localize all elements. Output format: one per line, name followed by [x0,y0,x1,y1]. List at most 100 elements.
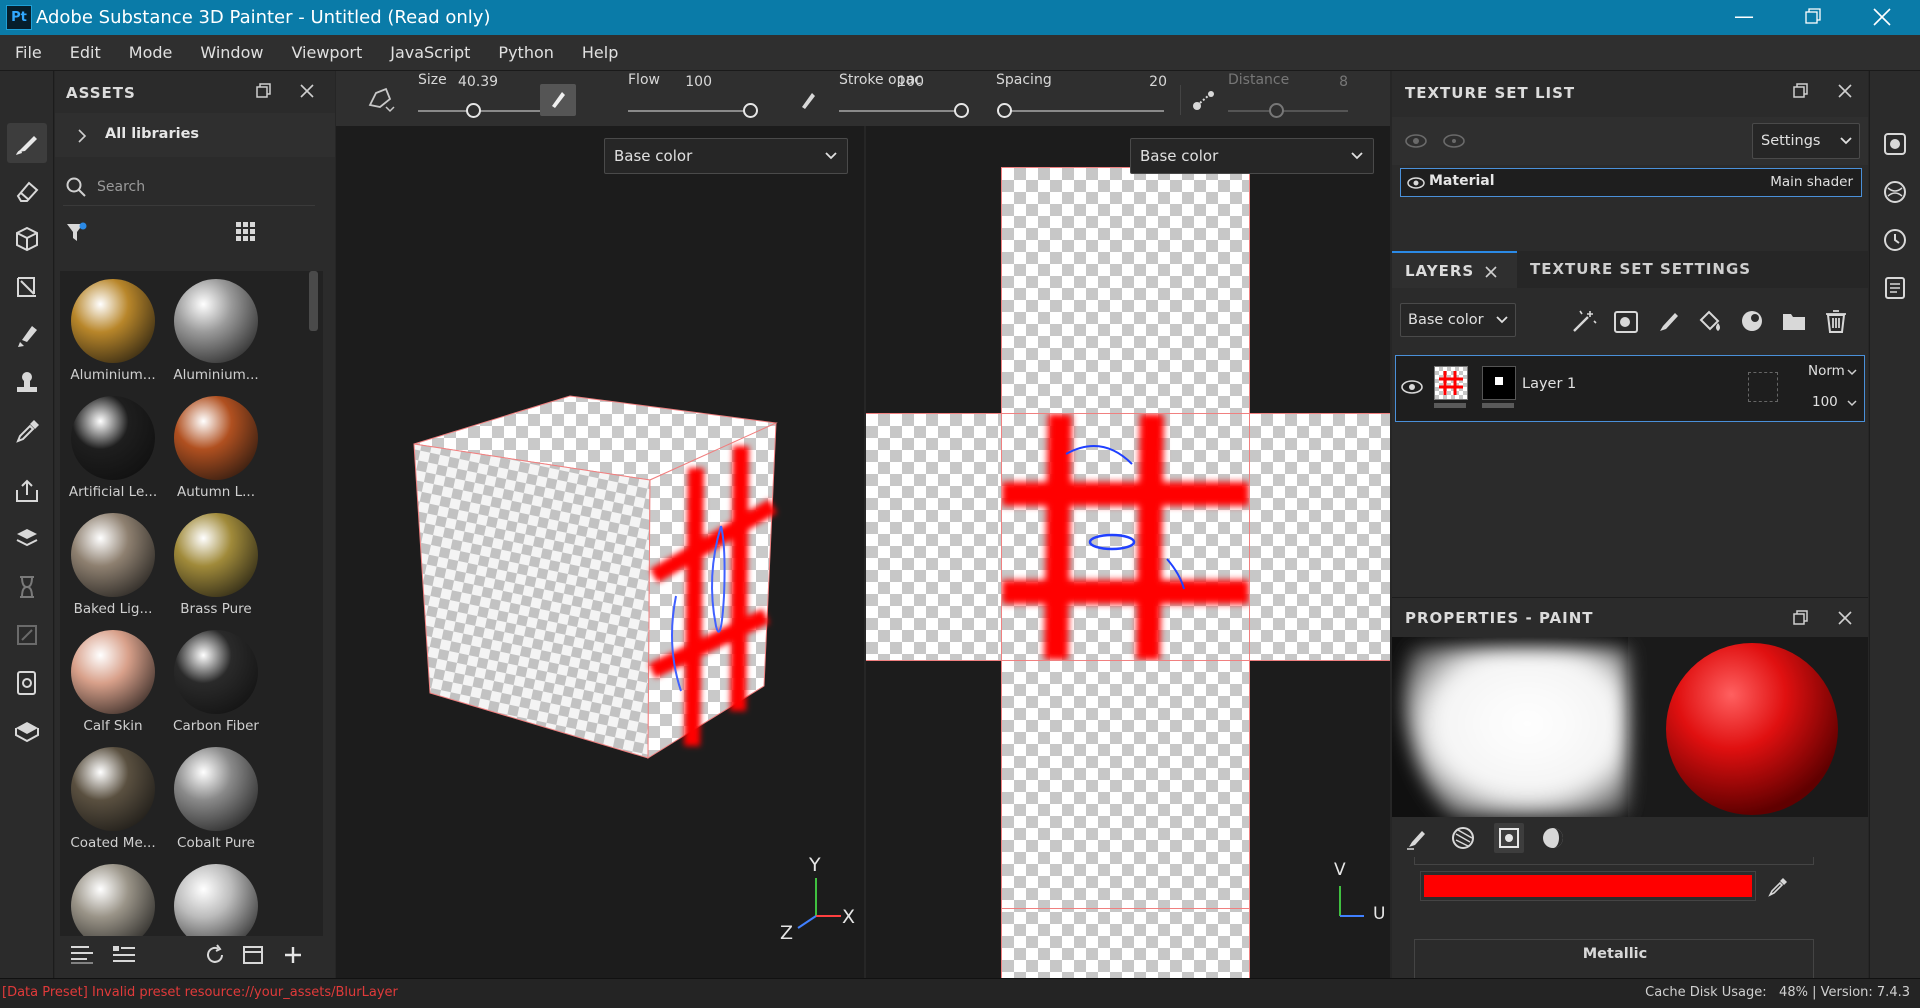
menu-mode[interactable]: Mode [115,35,187,70]
bake-mesh-maps-icon[interactable] [7,519,47,559]
menu-viewport[interactable]: Viewport [277,35,376,70]
environment-icon[interactable] [1882,179,1908,205]
size-slider-knob[interactable] [465,103,481,118]
grid-view-icon[interactable] [235,221,257,243]
add-icon[interactable] [281,943,305,967]
flow-slider-track[interactable] [628,110,750,112]
alpha-icon[interactable] [1450,825,1476,851]
asset-thumbnail[interactable]: Baked Lig... [68,513,158,617]
stroke-opacity-slider-track[interactable] [839,110,961,112]
asset-thumbnail[interactable] [171,864,261,936]
spacing-slider-knob[interactable] [997,103,1012,118]
menu-help[interactable]: Help [568,35,632,70]
list-view-icon[interactable] [69,943,95,965]
layer-row-layer-1[interactable]: Layer 1 Norm 100 [1395,355,1865,422]
minimize-icon[interactable]: — [1714,0,1774,35]
shader-name[interactable]: Main shader [1770,174,1853,190]
library-selector[interactable]: All libraries [55,113,335,157]
status-message[interactable]: [Data Preset] Invalid preset resource://… [2,985,398,1000]
menu-python[interactable]: Python [484,35,567,70]
menu-window[interactable]: Window [186,35,277,70]
add-mask-icon[interactable] [1612,307,1640,335]
layer-name[interactable]: Layer 1 [1522,376,1576,392]
restore-icon[interactable] [1782,0,1842,35]
asset-grid-scrollbar[interactable] [309,271,318,331]
asset-thumbnail[interactable]: Carbon Fiber [171,630,261,734]
close-tab-icon[interactable] [1484,265,1498,279]
add-smart-material-icon[interactable] [1738,307,1766,335]
log-icon[interactable] [1882,275,1908,301]
float-panel-icon[interactable] [1792,83,1808,99]
hourglass-icon[interactable] [7,567,47,607]
texture-set-settings-dropdown[interactable]: Settings [1752,123,1860,159]
layer-opacity[interactable]: 100 [1812,394,1838,410]
asset-thumbnail[interactable]: Aluminium... [171,279,261,383]
asset-thumbnail[interactable]: Calf Skin [68,630,158,734]
layer-blend-mode[interactable]: Norm [1808,363,1845,379]
flow-value[interactable]: 100 [672,74,712,90]
flow-slider-knob[interactable] [743,103,758,118]
size-value[interactable]: 40.39 [458,74,498,90]
distance-value[interactable]: 8 [1328,74,1348,90]
menu-javascript[interactable]: JavaScript [376,35,484,70]
search-input[interactable]: Search [97,179,145,195]
paint-brush-tool-icon[interactable] [7,123,47,163]
brush-preset-icon[interactable] [366,85,396,113]
display-settings-icon[interactable] [7,711,47,751]
viewport-2d-channel-dropdown[interactable]: Base color [1130,138,1374,174]
eraser-tool-icon[interactable] [7,171,47,211]
spacing-value[interactable]: 20 [1142,74,1167,90]
lazy-mouse-icon[interactable] [1190,87,1218,113]
polygon-fill-tool-icon[interactable] [7,267,47,307]
smudge-tool-icon[interactable] [7,315,47,355]
asset-thumbnail[interactable]: Coated Me... [68,747,158,851]
refresh-icon[interactable] [203,943,227,967]
asset-thumbnail[interactable]: Autumn L... [171,396,261,500]
clone-stamp-tool-icon[interactable] [7,363,47,403]
menu-file[interactable]: File [1,35,56,70]
texture-set-row-material[interactable]: Material Main shader [1400,168,1862,197]
solo-visibility-icon[interactable] [1442,131,1466,151]
add-fill-layer-icon[interactable] [1696,307,1724,335]
history-icon[interactable] [1882,227,1908,253]
assets-search[interactable]: Search [63,172,315,206]
filter-icon[interactable] [65,221,89,245]
search-document-icon[interactable] [7,663,47,703]
tab-layers[interactable]: LAYERS [1392,251,1517,288]
menu-edit[interactable]: Edit [56,35,115,70]
viewport-3d[interactable]: Base color Y X Z [336,126,864,978]
stroke-opacity-value[interactable]: 100 [884,74,924,90]
spacing-slider-track[interactable] [1004,110,1164,112]
projection-tool-icon[interactable] [7,219,47,259]
delete-layer-icon[interactable] [1822,307,1850,335]
close-panel-icon[interactable] [299,83,315,99]
flow-pressure-button[interactable] [540,84,576,116]
new-window-icon[interactable] [241,943,265,967]
viewport-2d[interactable]: Base color V U [866,126,1390,978]
distance-slider-knob[interactable] [1269,103,1284,118]
add-folder-icon[interactable] [1780,307,1808,335]
material-icon[interactable] [1540,825,1566,851]
resize-icon[interactable] [7,615,47,655]
color-picker-tool-icon[interactable] [7,411,47,451]
asset-thumbnail[interactable]: Brass Pure [171,513,261,617]
distance-slider-track[interactable] [1228,110,1348,112]
close-panel-icon[interactable] [1837,610,1853,626]
asset-thumbnail[interactable]: Artificial Le... [68,396,158,500]
asset-thumbnail[interactable]: Aluminium... [68,279,158,383]
add-effect-icon[interactable] [1570,307,1598,335]
export-textures-icon[interactable] [7,471,47,511]
add-paint-layer-icon[interactable] [1654,307,1682,335]
close-panel-icon[interactable] [1837,83,1853,99]
asset-thumbnail[interactable]: Cobalt Pure [171,747,261,851]
layers-channel-dropdown[interactable]: Base color [1400,303,1516,337]
brush-settings-icon[interactable] [1404,825,1430,851]
stencil-tab[interactable] [1494,823,1524,853]
visibility-icon[interactable] [1404,131,1428,151]
asset-thumbnail[interactable] [68,864,158,936]
visibility-icon[interactable] [1406,175,1426,191]
details-view-icon[interactable] [111,943,137,965]
tab-texture-set-settings[interactable]: TEXTURE SET SETTINGS [1530,260,1751,278]
opacity-pressure-icon[interactable] [796,89,820,113]
close-icon[interactable] [1852,0,1912,35]
